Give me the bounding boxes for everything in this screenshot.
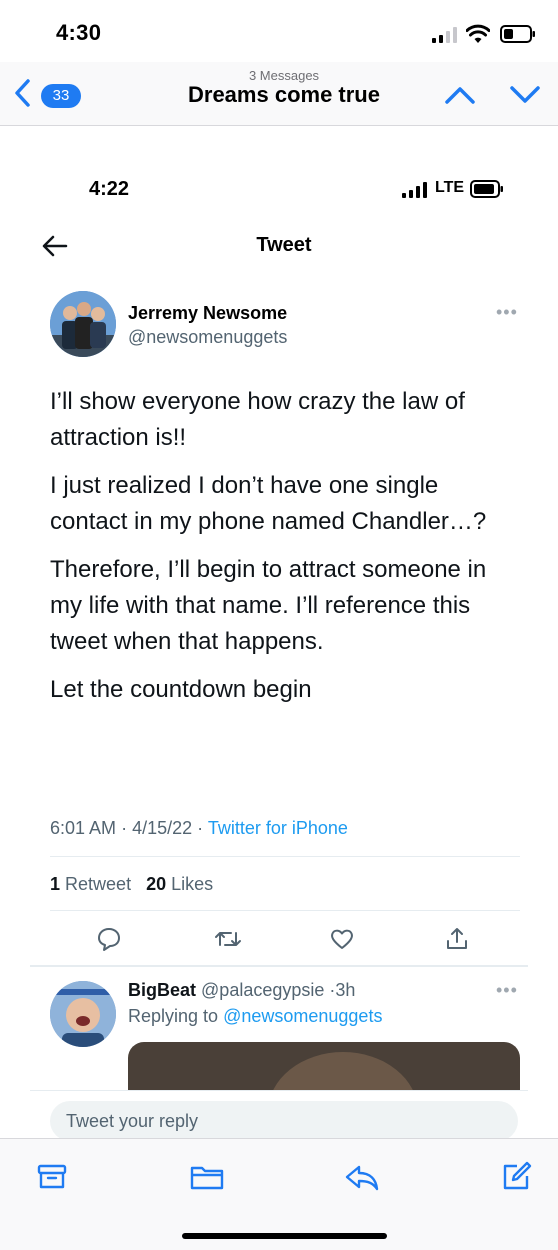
tweet-body: I’ll show everyone how crazy the law of … — [50, 384, 520, 720]
divider — [50, 910, 520, 911]
compose-icon[interactable] — [500, 1161, 532, 1198]
reply-author-line: BigBeat @palacegypsie ·3h — [128, 980, 356, 1000]
reply-author-name: BigBeat — [128, 980, 197, 1000]
replying-to-handle: @newsomenuggets — [223, 1006, 383, 1026]
tweet-date: 4/15/22 — [132, 818, 193, 838]
cellular-signal-icon — [432, 27, 458, 48]
folder-icon[interactable] — [189, 1161, 225, 1198]
section-divider — [30, 965, 528, 967]
reply-icon[interactable] — [344, 1161, 380, 1198]
wifi-icon — [465, 24, 491, 49]
next-message-icon[interactable] — [509, 84, 541, 111]
reply-input: Tweet your reply — [50, 1101, 518, 1138]
tweet-paragraph: I’ll show everyone how crazy the law of … — [50, 388, 465, 451]
retweet-icon — [214, 926, 242, 957]
embedded-status-time: 4:22 — [89, 178, 130, 200]
more-options-icon: ••• — [496, 980, 518, 1000]
tweet-header-title: Tweet — [256, 234, 312, 256]
status-time: 4:30 — [56, 20, 102, 45]
like-label: Likes — [171, 874, 214, 894]
status-bar: 4:30 — [0, 0, 558, 62]
battery-icon — [500, 25, 536, 48]
mail-nav-bar: 33 3 Messages Dreams come true — [0, 62, 558, 126]
reply-composer: Tweet your reply — [30, 1090, 528, 1138]
tweet-meta: 6:01 AM · 4/15/22 · Twitter for iPhone — [50, 818, 348, 838]
author-avatar — [50, 291, 116, 357]
divider — [50, 856, 520, 857]
tweet-paragraph: I just realized I don’t have one single … — [50, 472, 487, 535]
share-icon — [444, 926, 470, 957]
like-heart-icon — [329, 926, 355, 957]
network-type: LTE — [435, 179, 465, 196]
retweet-label: Retweet — [65, 874, 132, 894]
more-options-icon: ••• — [496, 302, 518, 322]
like-count: 20 — [146, 874, 167, 894]
tweet-paragraph: Let the countdown begin — [50, 676, 312, 703]
replying-to-label: Replying to — [128, 1006, 219, 1026]
tweet-paragraph: Therefore, I’ll begin to attract someone… — [50, 556, 487, 655]
previous-message-icon[interactable] — [444, 84, 476, 111]
author-name: Jerremy Newsome — [128, 303, 288, 323]
tweet-stats: 1 Retweet 20 Likes — [50, 874, 213, 895]
tweet-source: Twitter for iPhone — [207, 818, 348, 838]
tweet-time: 6:01 AM — [50, 818, 117, 838]
home-indicator — [182, 1233, 387, 1239]
embedded-tweet-screenshot: 4:22 LTE Tweet Jerremy Newsome @newsomen… — [30, 158, 528, 1138]
retweet-count: 1 — [50, 874, 61, 894]
comment-icon — [96, 926, 122, 957]
reply-author-avatar — [50, 981, 116, 1047]
cellular-signal-icon — [402, 182, 430, 203]
message-count-label: 3 Messages — [248, 68, 320, 83]
archive-icon[interactable] — [36, 1161, 68, 1198]
reply-author-handle: @palacegypsie — [201, 980, 325, 1000]
replying-to-line: Replying to @newsomenuggets — [128, 1006, 382, 1027]
author-handle: @newsomenuggets — [128, 327, 288, 347]
battery-icon — [470, 180, 504, 203]
tweet-actions — [30, 918, 528, 962]
reply-age: 3h — [335, 980, 356, 1000]
